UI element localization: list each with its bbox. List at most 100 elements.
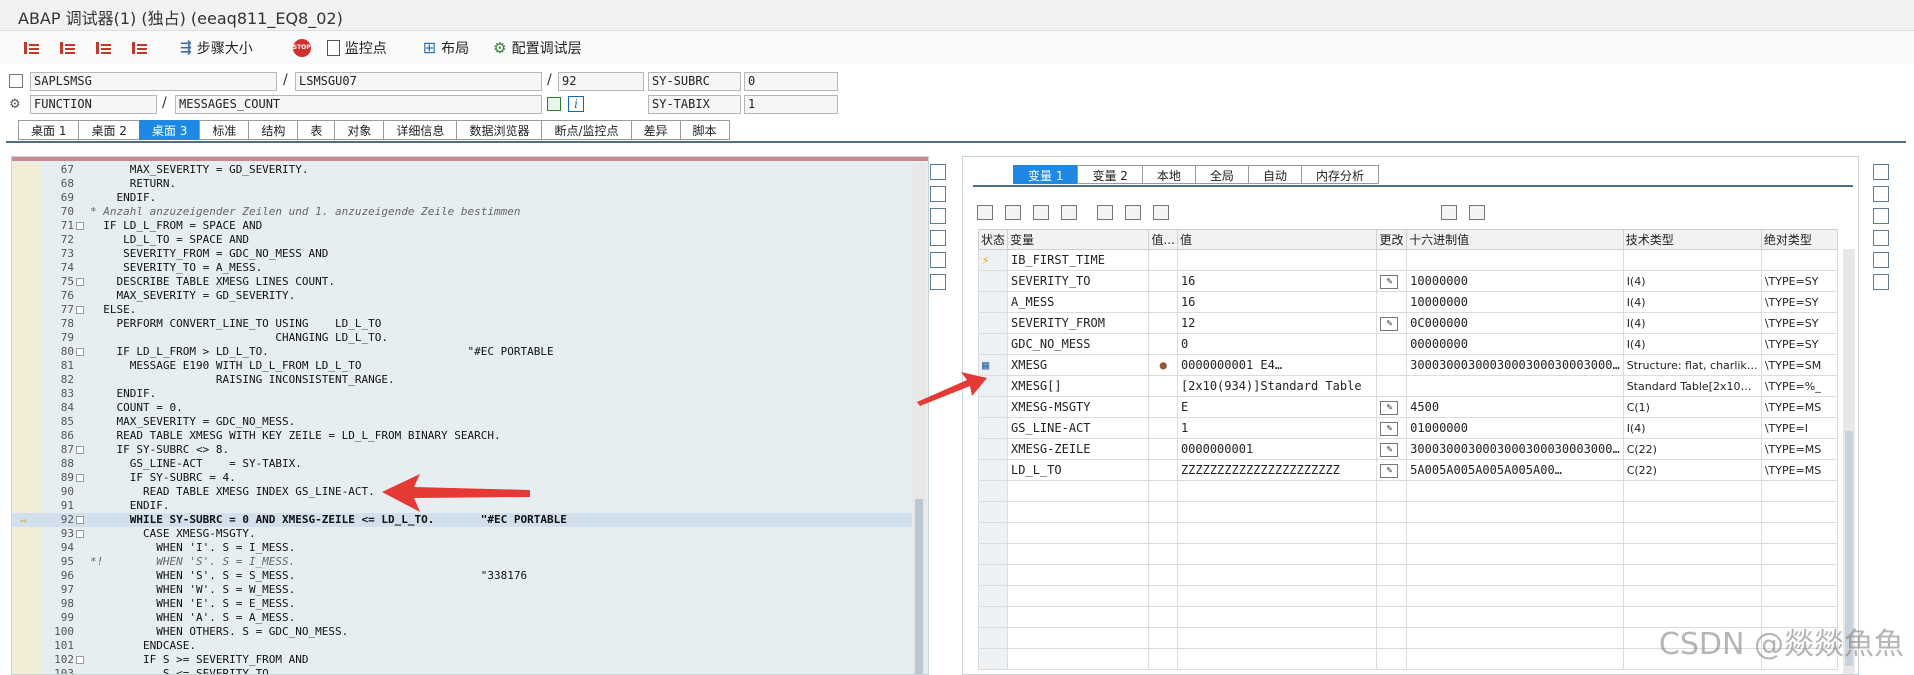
program-field[interactable]: SAPLSMSG: [30, 72, 277, 91]
info-icon[interactable]: i: [568, 96, 584, 112]
code-line[interactable]: 71 IF LD_L_FROM = SPACE AND: [12, 219, 912, 233]
change-cell[interactable]: [1376, 354, 1408, 376]
code-line[interactable]: 89 IF SY-SUBRC = 4.: [12, 471, 912, 485]
change-cell[interactable]: [1376, 291, 1408, 313]
value-icon-cell[interactable]: [1148, 459, 1178, 481]
hex-value-cell[interactable]: 3000300030003000300030003000…: [1406, 354, 1624, 376]
edit-pencil-icon[interactable]: ✎: [1380, 401, 1399, 415]
code-line[interactable]: 84 COUNT = 0.: [12, 401, 912, 415]
empty-cell[interactable]: [1376, 522, 1408, 544]
fold-toggle-icon[interactable]: [76, 516, 84, 524]
code-line[interactable]: 83 ENDIF.: [12, 387, 912, 401]
hex-value-cell[interactable]: 0C000000: [1406, 312, 1624, 334]
code-line[interactable]: 68 RETURN.: [12, 177, 912, 191]
value-icon-cell[interactable]: [1148, 396, 1178, 418]
technical-type-cell[interactable]: I(4): [1622, 291, 1762, 313]
absolute-type-cell[interactable]: \TYPE=SY: [1760, 312, 1839, 334]
absolute-type-cell[interactable]: [1760, 249, 1839, 271]
value-icon-cell[interactable]: [1148, 333, 1178, 355]
tab-3[interactable]: 标准: [199, 120, 249, 140]
absolute-type-cell[interactable]: \TYPE=MS: [1760, 438, 1839, 460]
line-field[interactable]: 92: [558, 72, 644, 91]
status-cell[interactable]: [977, 375, 1009, 397]
column-header[interactable]: 十六进制值: [1406, 229, 1624, 250]
absolute-type-cell[interactable]: \TYPE=%_: [1760, 375, 1839, 397]
service-icon[interactable]: [930, 274, 946, 290]
code-line[interactable]: 67 MAX_SEVERITY = GD_SEVERITY.: [12, 163, 912, 177]
edit-list-icon[interactable]: [1033, 205, 1049, 220]
hex-value-cell[interactable]: 10000000: [1406, 291, 1624, 313]
code-line[interactable]: 103 S <= SEVERITY_TO: [12, 667, 912, 674]
value-cell[interactable]: 0000000001: [1176, 438, 1378, 460]
hex-value-cell[interactable]: 4500: [1406, 396, 1624, 418]
column-header[interactable]: 技术类型: [1622, 229, 1762, 250]
tab-7[interactable]: 详细信息: [383, 120, 457, 140]
technical-type-cell[interactable]: C(1): [1622, 396, 1762, 418]
code-line[interactable]: 98 WHEN 'E'. S = E_MESS.: [12, 597, 912, 611]
insert-icon[interactable]: [1005, 205, 1021, 220]
absolute-type-cell[interactable]: \TYPE=SY: [1760, 270, 1839, 292]
stop-button[interactable]: STOP: [287, 37, 317, 59]
value-cell[interactable]: 0: [1176, 333, 1378, 355]
change-cell[interactable]: [1376, 249, 1408, 271]
empty-row[interactable]: [977, 480, 1839, 502]
variable-name-cell[interactable]: XMESG: [1007, 354, 1150, 376]
headset-icon[interactable]: [930, 252, 946, 268]
new-tool-icon[interactable]: [1873, 186, 1889, 202]
save-icon[interactable]: [1441, 205, 1457, 220]
layout-button[interactable]: ⊞ 布局: [417, 36, 475, 60]
status-cell[interactable]: [977, 438, 1009, 460]
value-icon-cell[interactable]: [1148, 417, 1178, 439]
table-row[interactable]: ⚡ IB_FIRST_TIME: [977, 249, 1839, 271]
value-cell[interactable]: 16: [1176, 270, 1378, 292]
empty-cell[interactable]: [1148, 543, 1178, 565]
fold-toggle-icon[interactable]: [76, 474, 84, 482]
empty-cell[interactable]: [1760, 564, 1839, 586]
empty-cell[interactable]: [1406, 480, 1624, 502]
empty-cell[interactable]: [1148, 606, 1178, 628]
empty-cell[interactable]: [1007, 627, 1150, 649]
navigate-icon[interactable]: [547, 97, 561, 111]
column-header[interactable]: 值: [1176, 229, 1378, 250]
empty-cell[interactable]: [977, 543, 1009, 565]
empty-cell[interactable]: [977, 564, 1009, 586]
empty-cell[interactable]: [1007, 585, 1150, 607]
export-icon[interactable]: [1153, 205, 1169, 220]
code-line[interactable]: 96 WHEN 'S'. S = S_MESS. "338176: [12, 569, 912, 583]
tabix-value[interactable]: 1: [744, 95, 838, 114]
variable-name-cell[interactable]: GS_LINE-ACT: [1007, 417, 1150, 439]
code-line[interactable]: 79 CHANGING LD_L_TO.: [12, 331, 912, 345]
empty-cell[interactable]: [1176, 648, 1378, 670]
tab-0[interactable]: 桌面 1: [18, 120, 79, 140]
code-line[interactable]: 92 ⇨ WHILE SY-SUBRC = 0 AND XMESG-ZEILE <…: [12, 513, 912, 527]
config-layer-button[interactable]: ⚙ 配置调试层: [487, 36, 587, 60]
empty-cell[interactable]: [977, 648, 1009, 670]
status-cell[interactable]: [977, 417, 1009, 439]
event-name-field[interactable]: MESSAGES_COUNT: [175, 95, 542, 114]
code-line[interactable]: 94 WHEN 'I'. S = I_MESS.: [12, 541, 912, 555]
empty-cell[interactable]: [1376, 585, 1408, 607]
empty-cell[interactable]: [1176, 522, 1378, 544]
hex-value-cell[interactable]: 5A005A005A005A005A00…: [1406, 459, 1624, 481]
value-icon-cell[interactable]: ●: [1148, 354, 1178, 376]
tab-6[interactable]: 对象: [334, 120, 384, 140]
empty-cell[interactable]: [1760, 585, 1839, 607]
tab-1[interactable]: 桌面 2: [78, 120, 139, 140]
change-cell[interactable]: ✎: [1376, 417, 1408, 439]
empty-cell[interactable]: [1622, 522, 1762, 544]
var-tab-4[interactable]: 自动: [1247, 165, 1301, 184]
code-line[interactable]: 87 IF SY-SUBRC <> 8.: [12, 443, 912, 457]
empty-cell[interactable]: [977, 522, 1009, 544]
status-cell[interactable]: ▦: [977, 354, 1009, 376]
change-cell[interactable]: ✎: [1376, 270, 1408, 292]
status-cell[interactable]: [977, 459, 1009, 481]
technical-type-cell[interactable]: I(4): [1622, 270, 1762, 292]
table-row[interactable]: A_MESS 16 10000000 I(4) \TYPE=SY: [977, 291, 1839, 313]
empty-cell[interactable]: [1376, 543, 1408, 565]
status-cell[interactable]: [977, 396, 1009, 418]
empty-cell[interactable]: [1007, 564, 1150, 586]
hex-value-cell[interactable]: 00000000: [1406, 333, 1624, 355]
hex-value-cell[interactable]: [1406, 249, 1624, 271]
empty-cell[interactable]: [1760, 543, 1839, 565]
code-line[interactable]: 100 WHEN OTHERS. S = GDC_NO_MESS.: [12, 625, 912, 639]
